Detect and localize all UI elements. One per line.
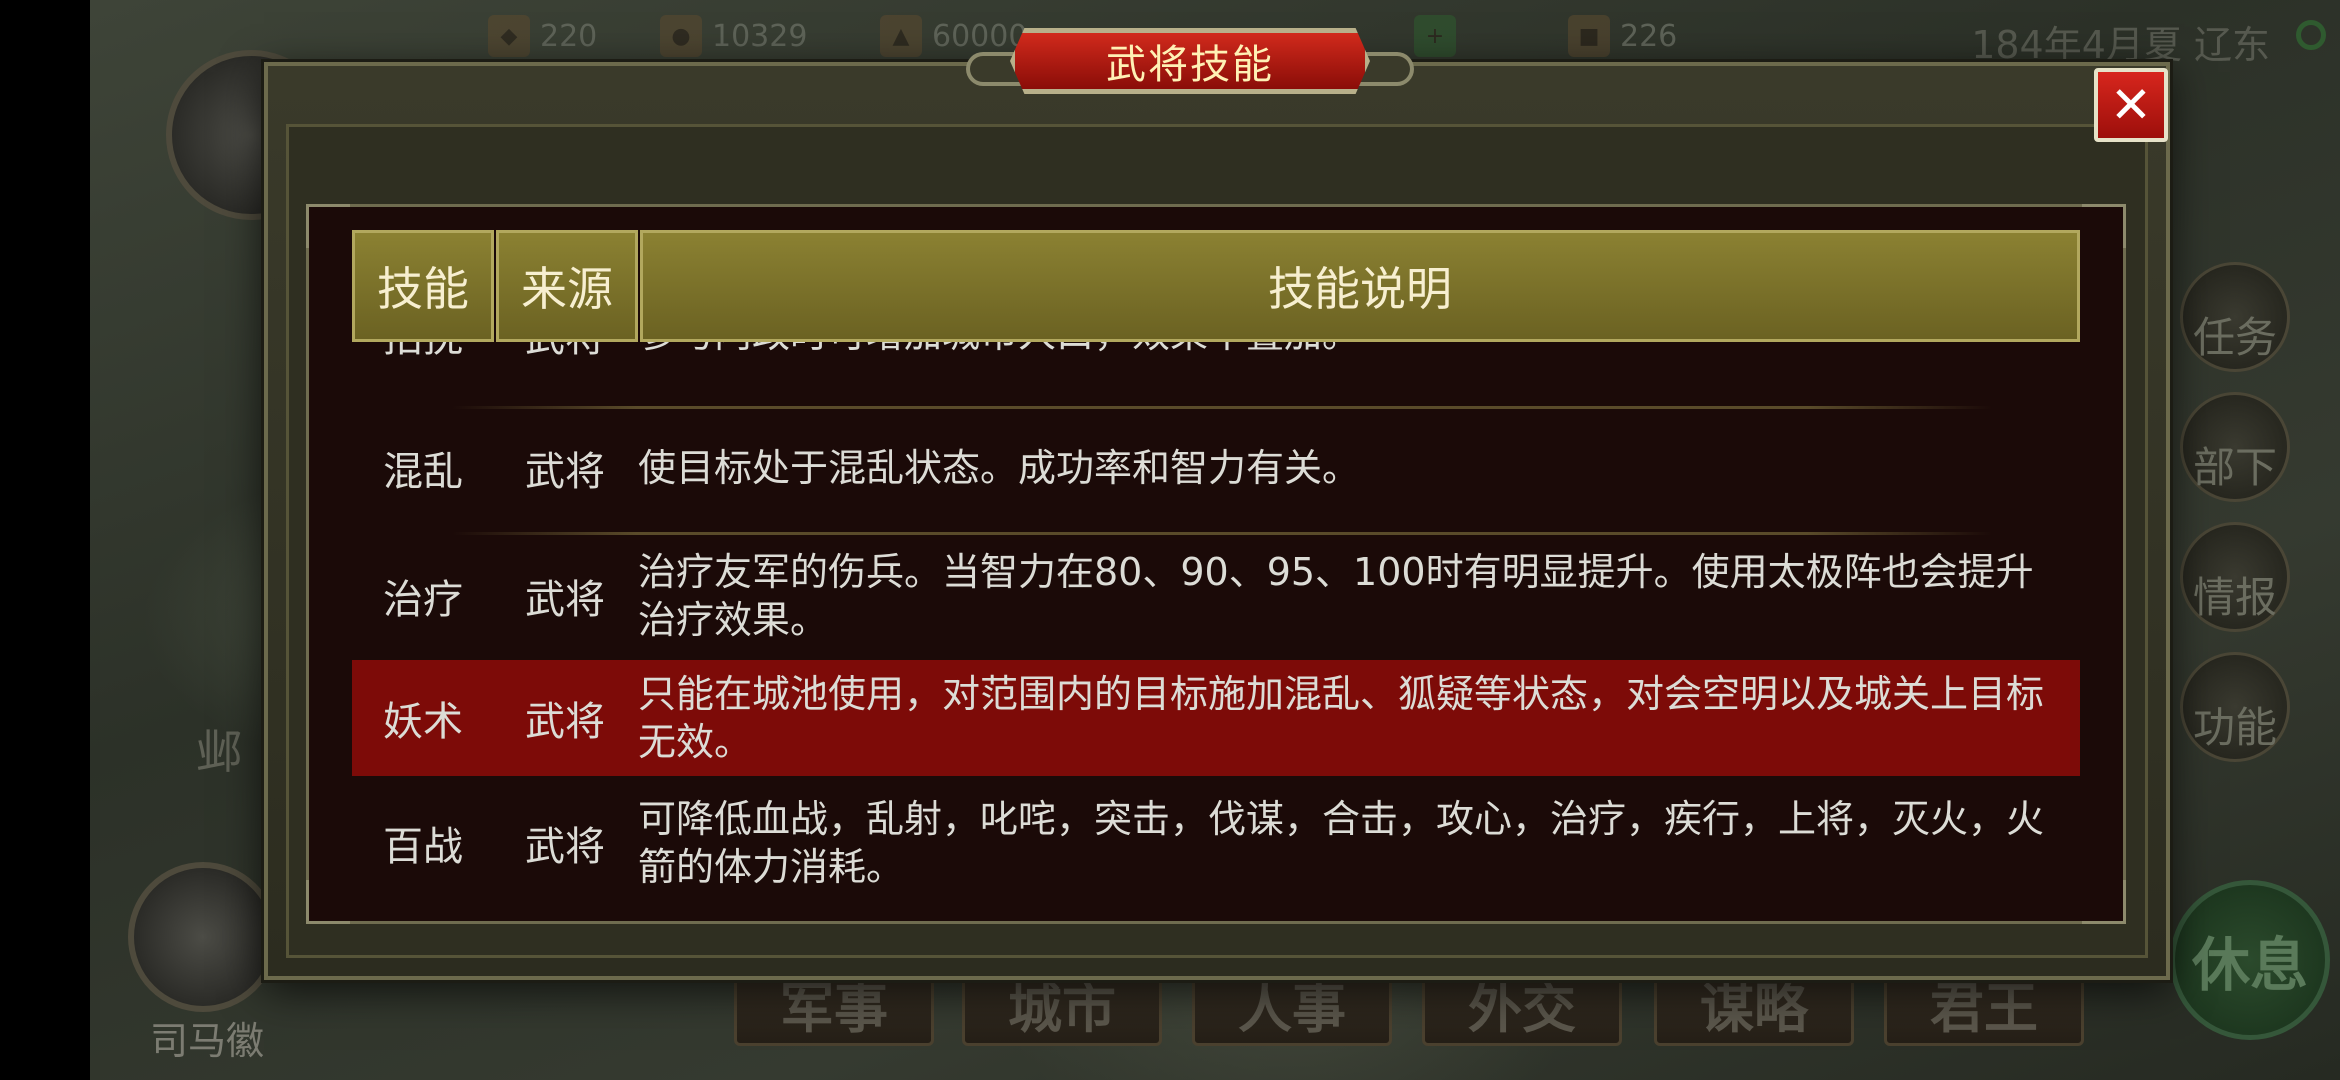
- resource-gold-value: 10329: [712, 18, 808, 54]
- side-menu-functions[interactable]: 功能: [2180, 652, 2290, 762]
- screen-left-bezel: [0, 0, 90, 1080]
- column-header-skill: 技能: [352, 230, 494, 342]
- gold-icon: ●: [660, 15, 702, 57]
- troops-icon: ▲: [880, 15, 922, 57]
- resource-horse: ■ 226: [1568, 12, 1677, 60]
- resource-gold: ● 10329: [660, 12, 807, 60]
- row-divider: [452, 406, 1992, 409]
- side-menu-label: 功能: [2192, 703, 2277, 752]
- panel-corner-ornament: [2082, 880, 2126, 924]
- close-button[interactable]: ✕: [2094, 68, 2168, 142]
- skill-name: 招抚: [352, 342, 494, 364]
- dialog-title-box: 武将技能: [1010, 28, 1370, 94]
- column-header-label: 技能说明: [1268, 262, 1452, 316]
- table-row[interactable]: 治疗 武将 治疗友军的伤兵。当智力在80、90、95、100时有明显提升。使用太…: [352, 538, 2080, 654]
- officer-avatar[interactable]: [128, 862, 278, 1012]
- skill-name: 百战: [383, 824, 463, 870]
- resource-food: ◆ 220: [488, 12, 597, 60]
- panel-corner-ornament: [2082, 204, 2126, 248]
- rest-button-label: 休息: [2191, 931, 2308, 999]
- dialog-title: 武将技能: [1106, 42, 1274, 88]
- skill-description: 治疗友军的伤兵。当智力在80、90、95、100时有明显提升。使用太极阵也会提升…: [638, 550, 2034, 642]
- city-label[interactable]: 邺: [196, 716, 242, 782]
- column-header-label: 技能: [377, 262, 469, 316]
- panel-corner-ornament: [306, 880, 350, 924]
- skill-source: 武将: [525, 577, 605, 623]
- skill-source: 武将: [525, 449, 605, 495]
- row-divider: [452, 532, 1992, 535]
- skill-name: 治疗: [383, 577, 463, 623]
- officer-name: 司马徽: [150, 1019, 265, 1063]
- food-icon: ◆: [488, 15, 530, 57]
- skill-description: 只能在城池使用，对范围内的目标施加混乱、狐疑等状态，对会空明以及城关上目标无效。: [638, 672, 2045, 764]
- skills-list[interactable]: 招抚 武将 参与内政时可增加城市人口，效果不叠加。 混乱 武将 使目标处于混乱状…: [352, 342, 2080, 912]
- column-header-description: 技能说明: [640, 230, 2080, 342]
- side-menu-tasks[interactable]: 任务: [2180, 262, 2290, 372]
- resource-horse-value: 226: [1620, 18, 1678, 54]
- skill-name: 妖术: [383, 699, 463, 745]
- dialog-title-plate: 武将技能: [966, 18, 1414, 100]
- skill-description: 参与内政时可增加城市人口，效果不叠加。: [638, 342, 2070, 364]
- table-row-selected[interactable]: 妖术 武将 只能在城池使用，对范围内的目标施加混乱、狐疑等状态，对会空明以及城关…: [352, 660, 2080, 776]
- skill-source: 武将: [525, 824, 605, 870]
- horse-icon: ■: [1568, 15, 1610, 57]
- rest-button[interactable]: 休息: [2170, 880, 2330, 1040]
- resource-add[interactable]: +: [1414, 12, 1456, 60]
- skill-name: 混乱: [383, 449, 463, 495]
- resource-food-value: 220: [540, 18, 598, 54]
- date-location: 184年4月夏 辽东: [1971, 23, 2270, 67]
- side-menu-label: 部下: [2192, 443, 2277, 492]
- column-header-source: 来源: [496, 230, 638, 342]
- network-status-icon: [2296, 20, 2326, 50]
- skill-source: 武将: [525, 699, 605, 745]
- column-header-label: 来源: [521, 262, 613, 316]
- side-menu-subordinates[interactable]: 部下: [2180, 392, 2290, 502]
- panel-corner-ornament: [306, 204, 350, 248]
- side-menu-label: 情报: [2192, 573, 2277, 622]
- skill-source: 武将: [494, 342, 636, 364]
- close-icon: ✕: [2110, 76, 2152, 134]
- skill-description: 使目标处于混乱状态。成功率和智力有关。: [638, 446, 1361, 490]
- table-row[interactable]: 百战 武将 可降低血战，乱射，叱咤，突击，伐谋，合击，攻心，治疗，疾行，上将，灭…: [352, 782, 2080, 904]
- table-row-partial[interactable]: 招抚 武将 参与内政时可增加城市人口，效果不叠加。: [352, 342, 2080, 364]
- side-menu-label: 任务: [2192, 313, 2277, 362]
- skill-description: 可降低血战，乱射，叱咤，突击，伐谋，合击，攻心，治疗，疾行，上将，灭火，火箭的体…: [638, 797, 2045, 889]
- side-menu-intel[interactable]: 情报: [2180, 522, 2290, 632]
- table-row[interactable]: 混乱 武将 使目标处于混乱状态。成功率和智力有关。: [352, 412, 2080, 524]
- plus-icon[interactable]: +: [1414, 15, 1456, 57]
